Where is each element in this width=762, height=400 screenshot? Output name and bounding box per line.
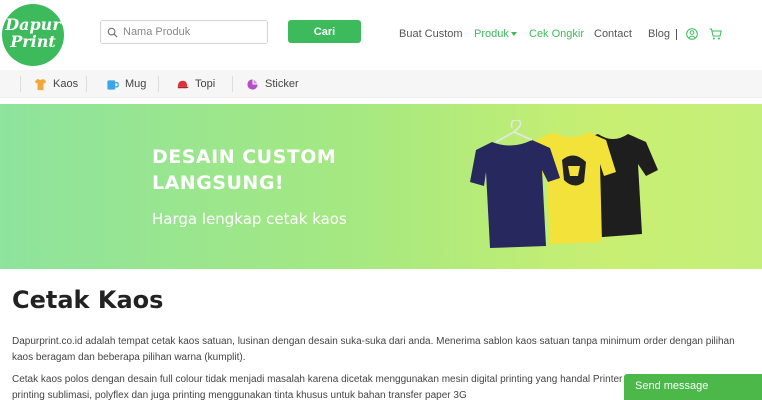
nav-produk[interactable]: Produk	[474, 28, 517, 40]
nav-produk-label: Produk	[474, 28, 509, 40]
category-bar: Kaos Mug Topi Sticker	[0, 70, 762, 98]
category-sticker[interactable]: Sticker	[246, 76, 299, 92]
mug-icon	[107, 79, 119, 90]
category-divider	[86, 76, 87, 92]
category-mug[interactable]: Mug	[106, 76, 146, 92]
nav-cek-ongkir[interactable]: Cek Ongkir	[529, 28, 584, 40]
search-icon	[107, 27, 118, 38]
hanger	[495, 120, 533, 143]
site-header: Dapur Print Cari Buat Custom Produk Cek …	[0, 0, 762, 70]
site-logo[interactable]: Dapur Print	[2, 4, 64, 66]
tshirt-icon	[34, 78, 47, 90]
nav-contact[interactable]: Contact	[594, 28, 632, 40]
category-sticker-label: Sticker	[265, 78, 299, 90]
logo-line-1: Dapur	[5, 15, 61, 34]
category-divider	[20, 76, 21, 92]
user-icon[interactable]	[686, 28, 698, 40]
category-divider	[158, 76, 159, 92]
category-mug-label: Mug	[125, 78, 147, 90]
cap-icon	[177, 80, 189, 88]
search-box	[100, 20, 268, 44]
category-topi[interactable]: Topi	[176, 76, 215, 92]
nav-buat-custom[interactable]: Buat Custom	[399, 28, 463, 40]
sticker-icon	[247, 78, 258, 90]
navy-tshirt	[470, 140, 560, 248]
send-message-button[interactable]: Send message	[624, 374, 762, 400]
page-title: Cetak Kaos	[12, 286, 164, 314]
logo-line-2: Print	[10, 32, 56, 51]
caret-down-icon	[510, 32, 517, 37]
banner-subtitle: Harga lengkap cetak kaos	[152, 210, 347, 228]
banner-title-line-1: DESAIN CUSTOM	[152, 146, 337, 168]
tshirts-illustration	[470, 120, 658, 248]
category-topi-label: Topi	[195, 78, 216, 90]
intro-paragraph: Dapurprint.co.id adalah tempat cetak kao…	[12, 336, 735, 363]
category-kaos-label: Kaos	[53, 78, 79, 90]
banner-title-line-2: LANGSUNG!	[152, 172, 285, 194]
cart-icon[interactable]	[709, 28, 722, 40]
nav-divider	[676, 29, 677, 40]
category-divider	[232, 76, 233, 92]
search-button[interactable]: Cari	[288, 20, 361, 43]
nav-blog[interactable]: Blog	[648, 28, 670, 40]
banner-title: DESAIN CUSTOM LANGSUNG!	[152, 144, 336, 196]
category-kaos[interactable]: Kaos	[34, 76, 78, 92]
search-input[interactable]	[123, 26, 263, 38]
hero-banner[interactable]: DESAIN CUSTOM LANGSUNG! Harga lengkap ce…	[0, 104, 762, 269]
